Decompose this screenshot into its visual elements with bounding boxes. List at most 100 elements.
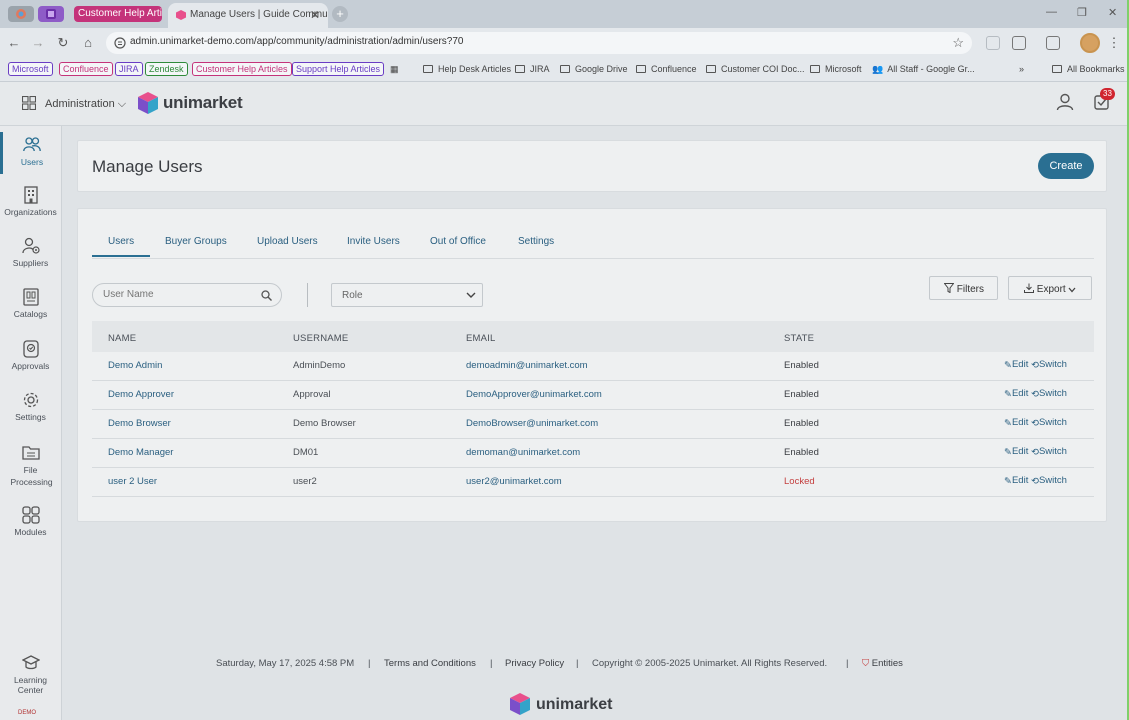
tab-upload-users[interactable]: Upload Users (257, 236, 318, 247)
sidebar-item-approvals[interactable]: Approvals (0, 340, 61, 371)
restore-icon[interactable]: ❐ (1077, 6, 1087, 19)
home-icon[interactable]: ⌂ (80, 35, 96, 51)
privacy-link[interactable]: Privacy Policy (505, 658, 564, 669)
bookmark-folder-confluence[interactable]: Confluence (636, 64, 697, 74)
sidebar-item-label: Modules (14, 527, 47, 537)
pencil-icon: ✎ (1004, 360, 1012, 371)
bookmark-folder-help-desk[interactable]: Help Desk Articles (423, 64, 511, 74)
user-name-link[interactable]: Demo Browser (108, 418, 171, 429)
sidebar-item-organizations[interactable]: Organizations (0, 186, 61, 217)
user-profile-icon[interactable] (1056, 93, 1074, 111)
bookmark-folder-customer-coi[interactable]: Customer COI Doc... (706, 64, 805, 74)
sidebar-panel-icon[interactable] (1046, 36, 1060, 50)
edit-button[interactable]: ✎Edit (1004, 475, 1028, 487)
tab-settings[interactable]: Settings (518, 236, 554, 247)
demo-tag: DEMO (18, 710, 36, 716)
row-actions: ✎Edit ⟲Switch (1004, 446, 1067, 458)
create-button[interactable]: Create (1038, 153, 1094, 179)
user-username: DM01 (293, 447, 319, 458)
unimarket-logo-icon[interactable] (138, 92, 158, 114)
switch-button[interactable]: ⟲Switch (1031, 417, 1067, 429)
all-bookmarks-folder[interactable]: All Bookmarks (1052, 64, 1125, 74)
back-icon[interactable]: ← (6, 35, 22, 51)
forward-icon[interactable]: → (30, 35, 46, 51)
copilot-tab-icon[interactable] (8, 6, 34, 22)
edit-button[interactable]: ✎Edit (1004, 446, 1028, 458)
user-state: Enabled (784, 447, 819, 458)
extension-slot-icon[interactable] (986, 36, 1000, 50)
role-select[interactable]: Role (331, 283, 483, 307)
user-email-link[interactable]: demoadmin@unimarket.com (466, 360, 588, 371)
entities-link[interactable]: ⛉ Entities (862, 658, 903, 669)
user-name-search[interactable] (92, 283, 282, 307)
user-email-link[interactable]: user2@unimarket.com (466, 476, 562, 487)
tab-invite-users[interactable]: Invite Users (347, 236, 400, 247)
site-info-icon[interactable] (114, 37, 126, 49)
edit-button[interactable]: ✎Edit (1004, 417, 1028, 429)
tab-users[interactable]: Users (108, 236, 134, 247)
bookmark-support-help-articles[interactable]: Support Help Articles (292, 62, 385, 76)
column-header-name[interactable]: NAME (108, 333, 136, 344)
new-tab-button[interactable]: + (332, 6, 348, 22)
more-bookmarks-icon[interactable]: » (1019, 64, 1024, 74)
column-header-username[interactable]: USERNAME (293, 333, 348, 344)
bookmark-confluence[interactable]: Confluence (59, 62, 113, 76)
switch-button[interactable]: ⟲Switch (1031, 359, 1067, 371)
sidebar-item-settings[interactable]: Settings (0, 391, 61, 422)
bookmark-all-staff[interactable]: 👥 All Staff - Google Gr... (872, 64, 975, 75)
sidebar-item-suppliers[interactable]: Suppliers (0, 237, 61, 268)
edit-button[interactable]: ✎Edit (1004, 359, 1028, 371)
minimize-icon[interactable]: — (1046, 6, 1057, 18)
bookmark-zendesk[interactable]: Zendesk (145, 62, 188, 76)
onenote-tab-icon[interactable] (38, 6, 64, 22)
sidebar-item-catalogs[interactable]: Catalogs (0, 288, 61, 319)
bookmark-folder-google-drive[interactable]: Google Drive (560, 64, 628, 74)
tab-manage-users[interactable]: Manage Users | Guide Commu ✕ (168, 3, 328, 28)
reload-icon[interactable]: ↻ (55, 35, 71, 51)
app-grid-icon[interactable] (22, 96, 36, 110)
bookmark-jira[interactable]: JIRA (115, 62, 143, 76)
sidebar-item-learning-center[interactable]: Learning Center (0, 654, 61, 695)
bookmark-microsoft[interactable]: Microsoft (8, 62, 53, 76)
bookmark-folder-jira[interactable]: JIRA (515, 64, 550, 74)
user-email-link[interactable]: demoman@unimarket.com (466, 447, 580, 458)
column-header-email[interactable]: EMAIL (466, 333, 496, 344)
bookmark-folder-microsoft[interactable]: Microsoft (810, 64, 862, 74)
terms-link[interactable]: Terms and Conditions (384, 658, 476, 669)
module-switcher[interactable]: Administration ⌵ (45, 98, 126, 111)
url-field[interactable]: admin.unimarket-demo.com/app/community/a… (106, 32, 972, 54)
filters-button[interactable]: Filters (929, 276, 998, 300)
column-header-state[interactable]: STATE (784, 333, 814, 344)
search-input[interactable] (103, 289, 253, 300)
sidebar-item-file-processing[interactable]: File Processing (0, 443, 61, 488)
apps-grid-icon[interactable]: ▦ (390, 64, 399, 75)
tab-customer-help-article[interactable]: Customer Help Article (74, 6, 162, 22)
user-name-link[interactable]: Demo Admin (108, 360, 162, 371)
user-name-link[interactable]: Demo Approver (108, 389, 174, 400)
switch-button[interactable]: ⟲Switch (1031, 388, 1067, 400)
close-window-icon[interactable]: ✕ (1108, 6, 1117, 19)
active-tab-indicator (92, 255, 150, 257)
user-name-link[interactable]: Demo Manager (108, 447, 173, 458)
bookmark-star-icon[interactable]: ☆ (952, 35, 964, 51)
browser-menu-icon[interactable]: ⋮ (1106, 35, 1122, 51)
search-icon[interactable] (261, 290, 272, 301)
bookmark-customer-help-articles[interactable]: Customer Help Articles (192, 62, 292, 76)
user-email-link[interactable]: DemoApprover@unimarket.com (466, 389, 602, 400)
switch-button[interactable]: ⟲Switch (1031, 475, 1067, 487)
tab-close-icon[interactable]: ✕ (310, 3, 320, 27)
tab-buyer-groups[interactable]: Buyer Groups (165, 236, 227, 247)
user-email-link[interactable]: DemoBrowser@unimarket.com (466, 418, 598, 429)
filter-funnel-icon (944, 283, 954, 293)
browser-profile-avatar[interactable] (1080, 33, 1100, 53)
user-name-link[interactable]: user 2 User (108, 476, 157, 487)
filter-divider (307, 283, 308, 307)
sidebar-item-users[interactable]: Users (0, 132, 61, 174)
export-button[interactable]: Export (1008, 276, 1092, 300)
shield-icon: ⛉ (862, 658, 870, 669)
extensions-icon[interactable] (1012, 36, 1026, 50)
tab-out-of-office[interactable]: Out of Office (430, 236, 486, 247)
edit-button[interactable]: ✎Edit (1004, 388, 1028, 400)
switch-button[interactable]: ⟲Switch (1031, 446, 1067, 458)
sidebar-item-modules[interactable]: Modules (0, 506, 61, 537)
